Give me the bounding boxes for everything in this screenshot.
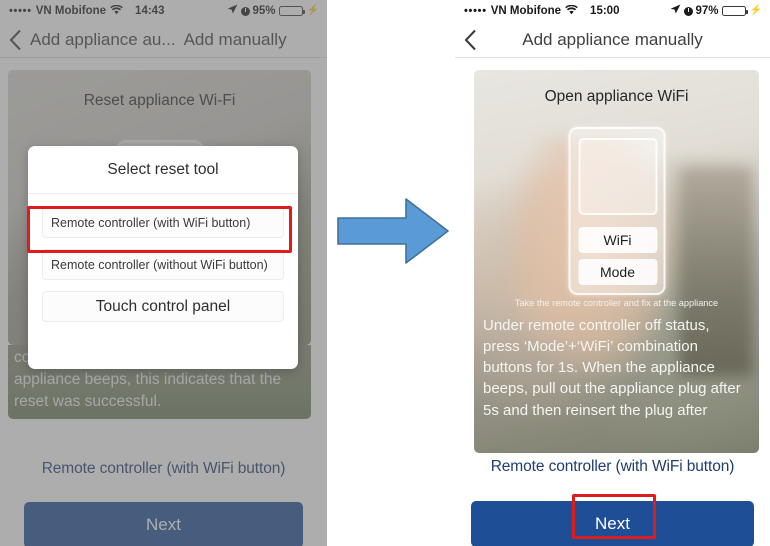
remote-mode-button: Mode [578, 259, 657, 285]
reset-tool-link[interactable]: Remote controller (with WiFi button) [455, 458, 770, 476]
dialog-option-label: Remote controller (without WiFi button) [51, 257, 268, 272]
page-title: Add appliance manually [522, 29, 703, 49]
clock-time: 14:43 [135, 5, 165, 17]
alarm-clock-icon [683, 6, 693, 16]
right-nav-bar: Add appliance manually [455, 22, 770, 58]
dialog-option-remote-without-wifi[interactable]: Remote controller (without WiFi button) [42, 249, 284, 280]
remote-controller-illustration: WiFi Mode [568, 127, 665, 295]
location-arrow-icon [227, 4, 238, 18]
dialog-title: Select reset tool [28, 146, 298, 194]
nav-secondary-title[interactable]: Add manually [184, 30, 287, 50]
dialog-option-label: Remote controller (with WiFi button) [51, 215, 251, 230]
left-status-bar: ••••• VN Mobifone 14:43 95% ⚡ [0, 0, 327, 22]
dialog-option-remote-with-wifi[interactable]: Remote controller (with WiFi button) [42, 207, 284, 238]
dialog-option-label: Touch control panel [95, 297, 231, 315]
right-arrow-icon [336, 196, 450, 266]
status-bar-right-group: 95% ⚡ [227, 0, 319, 22]
left-phone-screen: ••••• VN Mobifone 14:43 95% ⚡ Add applia… [0, 0, 327, 546]
select-reset-tool-dialog: Select reset tool Remote controller (wit… [28, 146, 298, 369]
lightning-bolt-icon: ⚡ [306, 5, 319, 16]
carrier-name: VN Mobifone [35, 5, 107, 17]
back-chevron-icon[interactable] [455, 22, 485, 57]
battery-percent-label: 97% [695, 5, 719, 17]
back-chevron-icon[interactable] [0, 22, 30, 57]
battery-icon [721, 5, 748, 17]
image-instruction-paragraph: Under remote controller off status, pres… [483, 317, 741, 419]
dialog-options-list: Remote controller (with WiFi button) Rem… [28, 194, 298, 322]
remote-screen [578, 138, 657, 215]
battery-percent-label: 95% [252, 5, 276, 17]
next-button[interactable]: Next [471, 501, 754, 546]
right-phone-screen: ••••• VN Mobifone 15:00 97% ⚡ Add applia… [455, 0, 770, 546]
right-phone-content: Open appliance WiFi WiFi Mode Take the r… [455, 58, 770, 546]
wifi-icon [565, 4, 578, 18]
remote-wifi-button: WiFi [578, 227, 657, 253]
screenshot-root: ••••• VN Mobifone 14:43 95% ⚡ Add applia… [0, 0, 770, 546]
open-appliance-wifi-card: Open appliance WiFi WiFi Mode Take the r… [474, 70, 759, 453]
status-bar-left-group: ••••• VN Mobifone 14:43 [9, 4, 165, 18]
signal-strength-dots: ••••• [9, 4, 32, 17]
next-button[interactable]: Next [24, 502, 303, 546]
lightning-bolt-icon: ⚡ [749, 5, 762, 16]
wifi-icon [110, 4, 123, 18]
left-nav-bar: Add appliance au... Add manually [0, 22, 327, 58]
clock-time: 15:00 [590, 5, 620, 17]
page-title: Add appliance au... [30, 29, 176, 49]
status-bar-left-group: ••••• VN Mobifone 15:00 [464, 4, 620, 18]
carrier-name: VN Mobifone [490, 5, 562, 17]
right-status-bar: ••••• VN Mobifone 15:00 97% ⚡ [455, 0, 770, 22]
signal-strength-dots: ••••• [464, 4, 487, 17]
hero-title: Reset appliance Wi-Fi [83, 92, 236, 109]
reset-tool-link[interactable]: Remote controller (with WiFi button) [0, 460, 327, 478]
left-nav-titles: Add appliance au... Add manually [30, 30, 327, 50]
image-card-title: Open appliance WiFi [544, 88, 689, 105]
dialog-option-touch-control-panel[interactable]: Touch control panel [42, 291, 284, 322]
location-arrow-icon [670, 4, 681, 18]
alarm-clock-icon [240, 6, 250, 16]
image-caption: Take the remote controller and fix at th… [514, 298, 719, 308]
battery-icon [278, 5, 305, 17]
status-bar-right-group: 97% ⚡ [670, 0, 762, 22]
right-nav-title-wrap: Add appliance manually [485, 30, 770, 50]
